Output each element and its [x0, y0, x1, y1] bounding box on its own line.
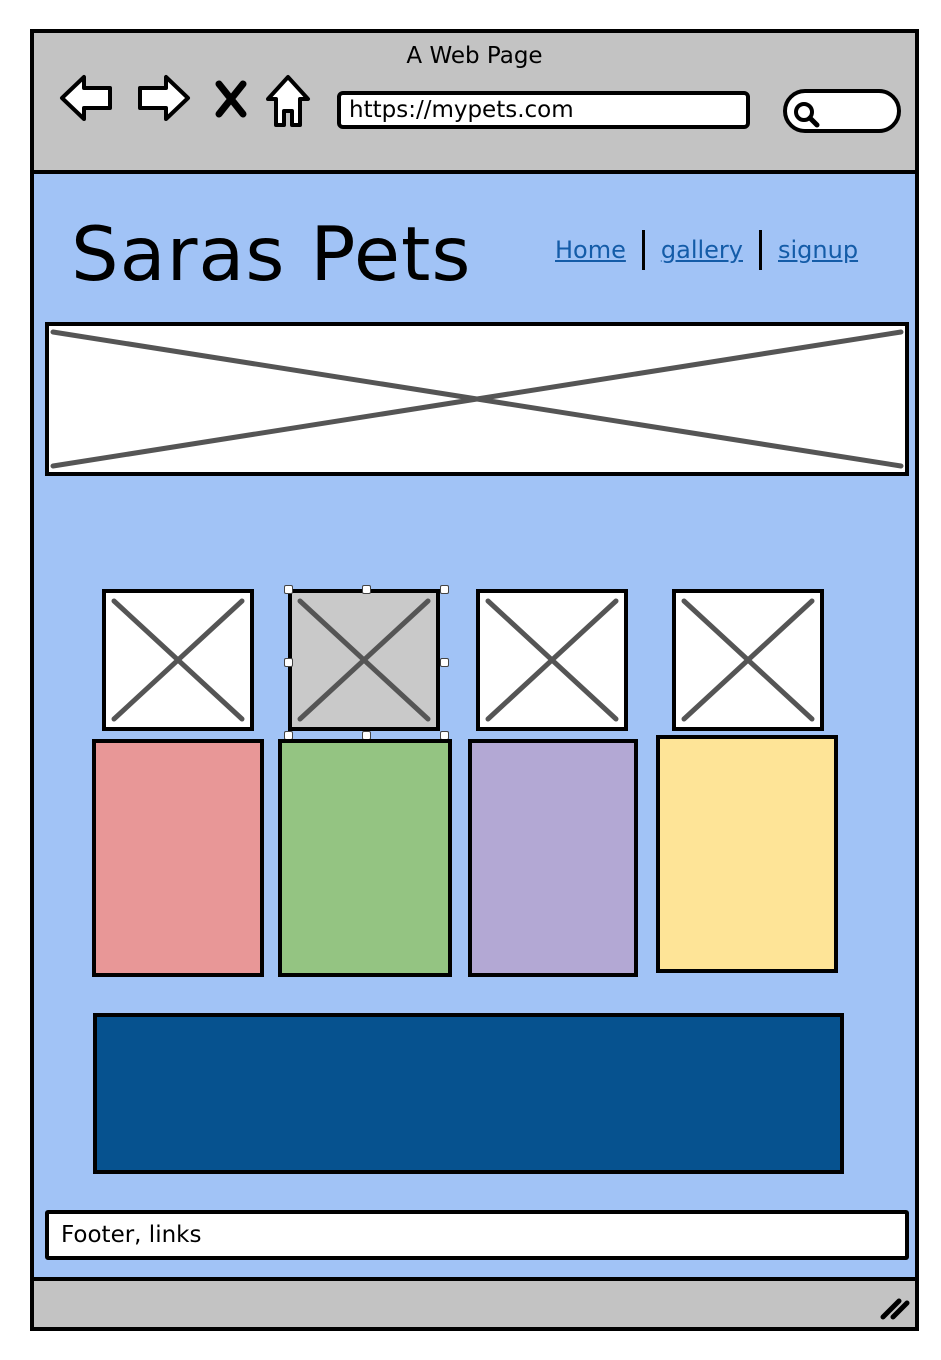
- card-green: [278, 739, 452, 977]
- window-title: A Web Page: [406, 43, 543, 69]
- image-placeholder-icon: [681, 598, 815, 722]
- selection-handle[interactable]: [284, 585, 293, 594]
- banner-image-placeholder: [45, 322, 909, 476]
- image-placeholder-icon: [485, 598, 619, 722]
- card-yellow: [656, 735, 838, 973]
- card-purple: [468, 739, 638, 977]
- forward-arrow-icon[interactable]: [134, 71, 192, 125]
- image-placeholder-icon: [297, 598, 431, 722]
- thumbnail-image-placeholder[interactable]: [102, 589, 254, 731]
- back-arrow-icon[interactable]: [58, 71, 116, 125]
- resize-grip-icon[interactable]: [877, 1293, 911, 1321]
- thumbnail-image-placeholder[interactable]: [672, 589, 824, 731]
- nav-link-signup[interactable]: signup: [778, 236, 858, 264]
- selection-handle[interactable]: [284, 658, 293, 667]
- browser-window: A Web Page https://mypets.com Saras Pets…: [30, 29, 919, 1331]
- content-block: [93, 1013, 844, 1174]
- nav-divider: [759, 230, 762, 270]
- image-placeholder-icon: [111, 598, 245, 722]
- home-icon[interactable]: [264, 73, 312, 129]
- nav-link-home[interactable]: Home: [555, 236, 626, 264]
- site-title: Saras Pets: [71, 210, 472, 298]
- browser-toolbar: A Web Page https://mypets.com: [34, 33, 915, 174]
- search-icon: [794, 102, 820, 128]
- image-placeholder-icon: [50, 329, 904, 469]
- nav-link-gallery[interactable]: gallery: [661, 236, 743, 264]
- nav-divider: [641, 230, 645, 270]
- browser-search-field[interactable]: [783, 89, 901, 133]
- close-x-icon[interactable]: [214, 79, 248, 119]
- selection-handle[interactable]: [362, 585, 371, 594]
- thumbnail-image-placeholder-selected[interactable]: [288, 589, 440, 731]
- url-input[interactable]: https://mypets.com: [337, 91, 750, 129]
- thumbnail-image-placeholder[interactable]: [476, 589, 628, 731]
- status-bar: [34, 1277, 915, 1327]
- selection-handle[interactable]: [440, 658, 449, 667]
- top-navigation: Home gallery signup: [555, 228, 858, 272]
- card-red: [92, 739, 264, 977]
- selection-handle[interactable]: [440, 585, 449, 594]
- footer: Footer, links: [45, 1210, 909, 1260]
